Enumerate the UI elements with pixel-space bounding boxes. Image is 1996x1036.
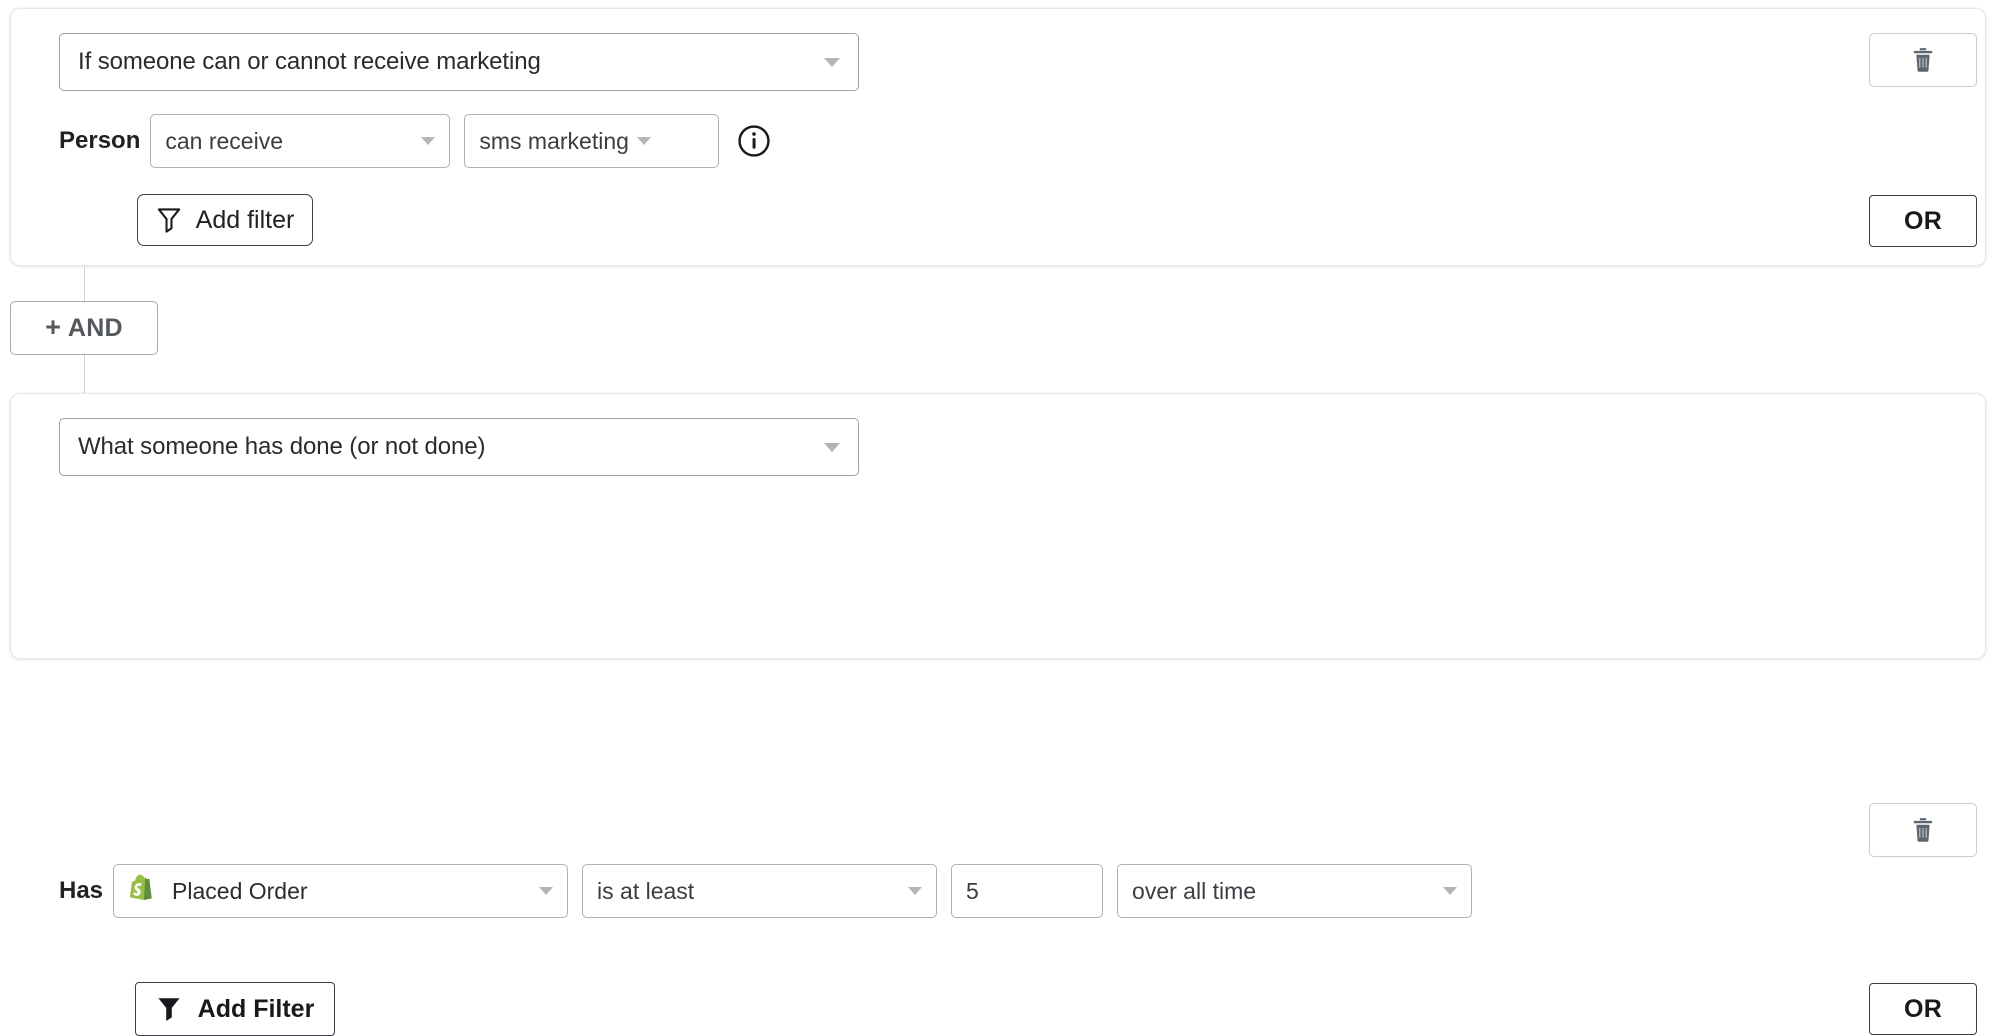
chevron-down-icon xyxy=(908,887,922,895)
channel-value: sms marketing xyxy=(479,128,629,155)
delete-condition-button-1[interactable] xyxy=(1869,33,1977,87)
chevron-down-icon xyxy=(824,443,840,452)
add-filter-button-1[interactable]: Add filter xyxy=(137,194,313,246)
condition-type-select-2[interactable]: What someone has done (or not done) xyxy=(59,418,859,476)
operand-row-label-has: Has xyxy=(59,877,103,905)
timeframe-value: over all time xyxy=(1132,878,1443,905)
connector-line-top xyxy=(84,266,85,302)
and-button-label: AND xyxy=(68,314,123,343)
filter-funnel-outline-icon xyxy=(156,206,182,234)
condition-type-select-1[interactable]: If someone can or cannot receive marketi… xyxy=(59,33,859,91)
add-filter-button-2[interactable]: Add Filter xyxy=(135,982,335,1036)
chevron-down-icon xyxy=(637,137,651,145)
or-button-1[interactable]: OR xyxy=(1869,195,1977,247)
receive-mode-select[interactable]: can receive xyxy=(150,114,450,168)
operator-value: is at least xyxy=(597,878,908,905)
channel-select[interactable]: sms marketing xyxy=(464,114,719,168)
trash-icon xyxy=(1912,47,1934,73)
operand-row-person: Person can receive sms marketing xyxy=(59,114,771,168)
operand-row-label-person: Person xyxy=(59,127,140,155)
metric-select[interactable]: Placed Order xyxy=(113,864,568,918)
add-filter-label-2: Add Filter xyxy=(198,995,315,1024)
operand-row-has: Has Placed Order is at least 5 over xyxy=(59,864,1486,918)
connector-line-bottom xyxy=(84,355,85,393)
count-input[interactable]: 5 xyxy=(951,864,1103,918)
or-button-label-1: OR xyxy=(1904,207,1942,236)
plus-icon: + xyxy=(45,314,61,341)
delete-condition-button-2[interactable] xyxy=(1869,803,1977,857)
or-button-2[interactable]: OR xyxy=(1869,983,1977,1035)
count-value: 5 xyxy=(966,878,1088,905)
chevron-down-icon xyxy=(421,137,435,145)
or-button-label-2: OR xyxy=(1904,995,1942,1024)
shopify-icon xyxy=(128,874,158,908)
condition-builder-canvas: If someone can or cannot receive marketi… xyxy=(0,0,1996,668)
operator-select[interactable]: is at least xyxy=(582,864,937,918)
chevron-down-icon xyxy=(824,58,840,67)
chevron-down-icon xyxy=(539,887,553,895)
info-circle-icon[interactable] xyxy=(737,124,771,158)
timeframe-select[interactable]: over all time xyxy=(1117,864,1472,918)
condition-type-value-1: If someone can or cannot receive marketi… xyxy=(78,48,824,76)
receive-mode-value: can receive xyxy=(165,128,421,155)
add-and-group-button[interactable]: + AND xyxy=(10,301,158,355)
condition-type-value-2: What someone has done (or not done) xyxy=(78,433,824,461)
filter-funnel-filled-icon xyxy=(156,995,182,1023)
trash-icon xyxy=(1912,817,1934,843)
add-filter-label-1: Add filter xyxy=(196,206,295,235)
metric-value: Placed Order xyxy=(172,878,539,905)
chevron-down-icon xyxy=(1443,887,1457,895)
condition-card-1: If someone can or cannot receive marketi… xyxy=(10,8,1986,266)
condition-card-2: What someone has done (or not done) Has … xyxy=(10,393,1986,659)
